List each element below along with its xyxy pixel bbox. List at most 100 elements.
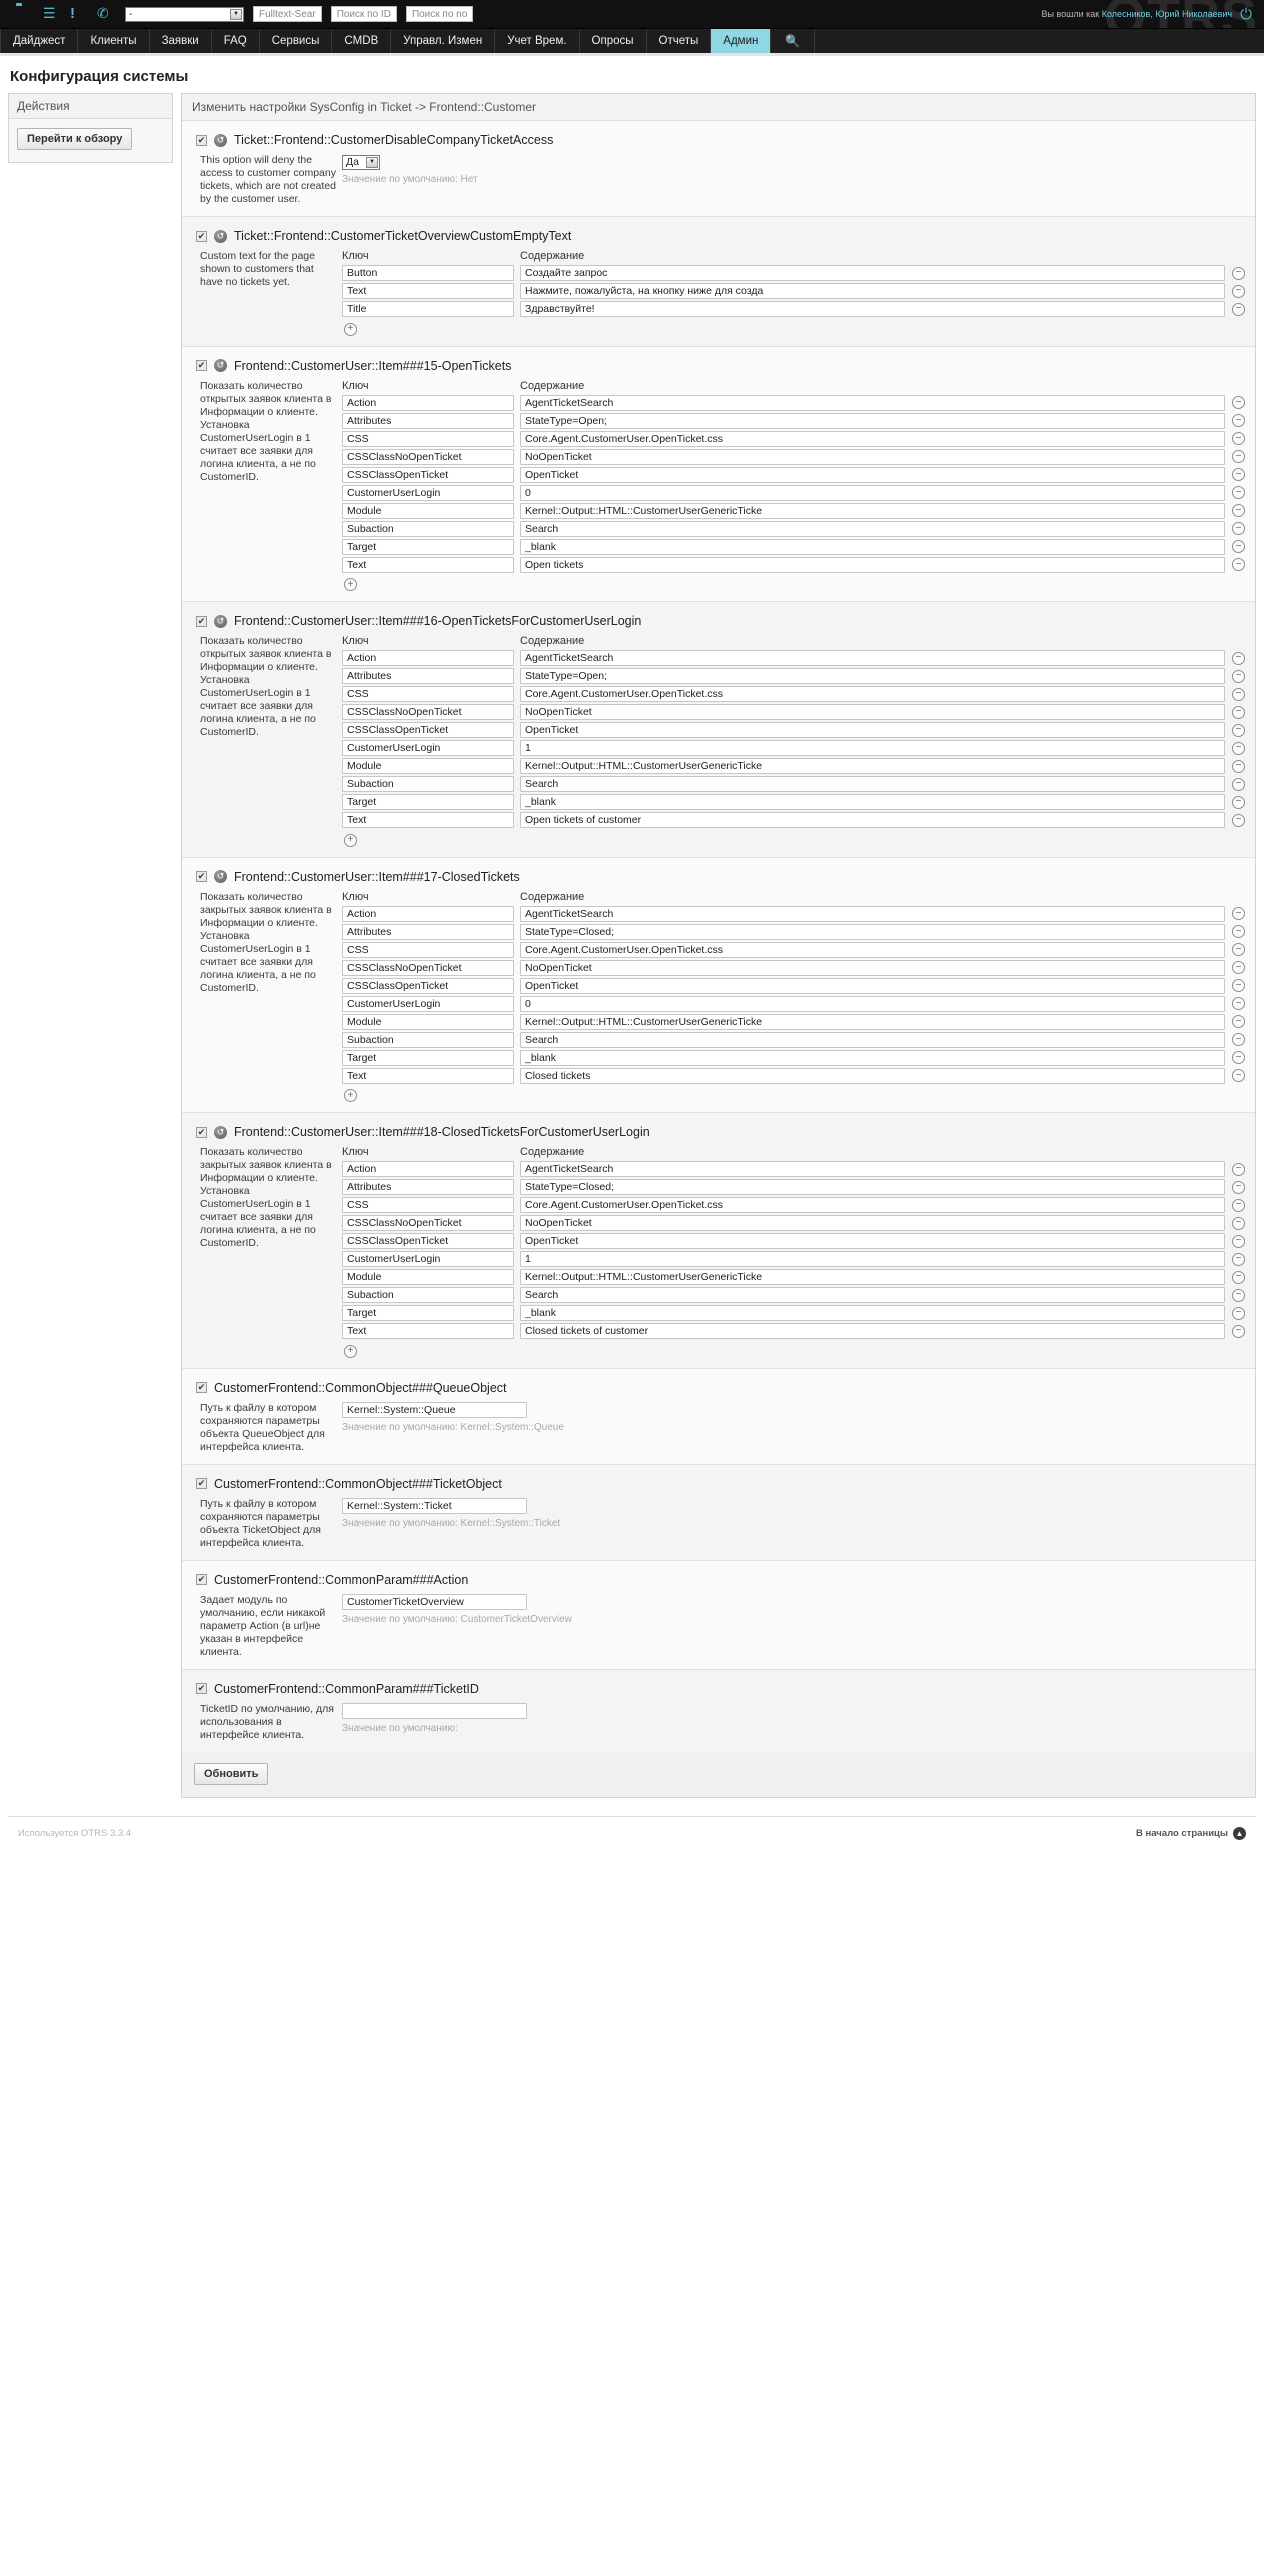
minus-circle-icon[interactable]: − <box>1232 540 1245 553</box>
minus-circle-icon[interactable]: − <box>1232 1015 1245 1028</box>
checkbox-checked-icon[interactable]: ✔ <box>196 615 207 627</box>
key-input[interactable]: Text <box>342 556 514 573</box>
key-input[interactable]: CSS <box>342 1197 514 1213</box>
value-input[interactable]: CustomerTicketOverview <box>342 1593 527 1610</box>
plus-circle-icon[interactable]: + <box>344 1089 357 1102</box>
content-input[interactable]: Здравствуйте! <box>520 301 1225 317</box>
content-input[interactable]: OpenTicket <box>520 722 1225 738</box>
nav-item-change-management[interactable]: Управл. Измен <box>391 29 496 53</box>
content-input[interactable]: AgentTicketSearch <box>520 650 1225 666</box>
minus-circle-icon[interactable]: − <box>1232 759 1245 773</box>
minus-circle-icon[interactable]: − <box>1232 450 1245 463</box>
key-input[interactable]: Action <box>342 650 514 666</box>
value-input[interactable] <box>342 1702 527 1719</box>
content-input[interactable]: Open tickets of customer <box>520 812 1225 828</box>
key-input[interactable]: Module <box>342 758 514 774</box>
minus-circle-icon[interactable]: − <box>1232 396 1245 409</box>
key-input[interactable]: CSSClassNoOpenTicket <box>342 448 514 465</box>
content-input[interactable]: Closed tickets of customer <box>520 1323 1225 1339</box>
reset-icon[interactable]: ↺ <box>214 359 227 372</box>
content-input[interactable]: Нажмите, пожалуйста, на кнопку ниже для … <box>520 283 1225 299</box>
nav-item-tickets[interactable]: Заявки <box>150 29 212 53</box>
content-input[interactable]: NoOpenTicket <box>520 959 1225 976</box>
fulltext-search-button[interactable]: Fulltext-Sear <box>253 6 322 22</box>
search-by-id-button[interactable]: Поиск по ID <box>330 6 397 22</box>
content-input[interactable]: Open tickets <box>520 556 1225 573</box>
key-input[interactable]: Text <box>342 1323 514 1339</box>
search-icon[interactable]: 🔍 <box>771 29 816 53</box>
value-select[interactable]: Да ▼ <box>342 154 380 170</box>
minus-circle-icon[interactable]: − <box>1232 1162 1245 1176</box>
exclamation-icon[interactable]: ! <box>70 6 86 22</box>
key-input[interactable]: Action <box>342 1161 514 1177</box>
key-input[interactable]: Title <box>342 301 514 317</box>
minus-circle-icon[interactable]: − <box>1232 284 1245 298</box>
key-input[interactable]: CSSClassOpenTicket <box>342 466 514 483</box>
checkbox-checked-icon[interactable]: ✔ <box>196 360 207 371</box>
reset-icon[interactable]: ↺ <box>214 870 227 883</box>
content-input[interactable]: Core.Agent.CustomerUser.OpenTicket.css <box>520 686 1225 702</box>
content-input[interactable]: NoOpenTicket <box>520 704 1225 720</box>
content-input[interactable]: 0 <box>520 484 1225 501</box>
minus-circle-icon[interactable]: − <box>1232 651 1245 665</box>
content-input[interactable]: Kernel::Output::HTML::CustomerUserGeneri… <box>520 502 1225 519</box>
content-input[interactable]: Core.Agent.CustomerUser.OpenTicket.css <box>520 430 1225 447</box>
minus-circle-icon[interactable]: − <box>1232 432 1245 445</box>
nav-item-reports[interactable]: Отчеты <box>647 29 712 53</box>
checkbox-checked-icon[interactable]: ✔ <box>196 1382 207 1393</box>
content-input[interactable]: Core.Agent.CustomerUser.OpenTicket.css <box>520 1197 1225 1213</box>
nav-item-services[interactable]: Сервисы <box>260 29 333 53</box>
key-input[interactable]: Attributes <box>342 1179 514 1195</box>
key-input[interactable]: Text <box>342 283 514 299</box>
minus-circle-icon[interactable]: − <box>1232 777 1245 791</box>
key-input[interactable]: Target <box>342 1305 514 1321</box>
content-input[interactable]: StateType=Closed; <box>520 923 1225 940</box>
minus-circle-icon[interactable]: − <box>1232 943 1245 956</box>
value-input[interactable]: Kernel::System::Ticket <box>342 1497 527 1514</box>
minus-circle-icon[interactable]: − <box>1232 558 1245 571</box>
key-input[interactable]: Subaction <box>342 1287 514 1303</box>
nav-item-admin[interactable]: Админ <box>711 29 772 53</box>
minus-circle-icon[interactable]: − <box>1232 1252 1245 1266</box>
content-input[interactable]: Kernel::Output::HTML::CustomerUserGeneri… <box>520 1013 1225 1030</box>
key-input[interactable]: CustomerUserLogin <box>342 1251 514 1267</box>
minus-circle-icon[interactable]: − <box>1232 486 1245 499</box>
content-input[interactable]: AgentTicketSearch <box>520 905 1225 922</box>
phone-icon[interactable]: ✆ <box>97 6 113 22</box>
content-input[interactable]: Search <box>520 1031 1225 1048</box>
content-input[interactable]: OpenTicket <box>520 1233 1225 1249</box>
nav-item-time-accounting[interactable]: Учет Врем. <box>495 29 580 53</box>
content-input[interactable]: AgentTicketSearch <box>520 394 1225 411</box>
key-input[interactable]: Target <box>342 1049 514 1066</box>
go-to-overview-button[interactable]: Перейти к обзору <box>17 128 133 150</box>
key-input[interactable]: CSSClassOpenTicket <box>342 1233 514 1249</box>
key-input[interactable]: CSSClassNoOpenTicket <box>342 1215 514 1231</box>
minus-circle-icon[interactable]: − <box>1232 795 1245 809</box>
key-input[interactable]: Subaction <box>342 520 514 537</box>
minus-circle-icon[interactable]: − <box>1232 266 1245 280</box>
minus-circle-icon[interactable]: − <box>1232 302 1245 316</box>
key-input[interactable]: Action <box>342 394 514 411</box>
minus-circle-icon[interactable]: − <box>1232 1234 1245 1248</box>
plus-circle-icon[interactable]: + <box>344 578 357 591</box>
key-input[interactable]: CustomerUserLogin <box>342 484 514 501</box>
checkbox-checked-icon[interactable]: ✔ <box>196 1574 207 1585</box>
search-by-number-button[interactable]: Поиск по no <box>405 6 474 22</box>
content-input[interactable]: Kernel::Output::HTML::CustomerUserGeneri… <box>520 1269 1225 1285</box>
nav-item-customers[interactable]: Клиенты <box>78 29 150 53</box>
key-input[interactable]: Text <box>342 1067 514 1084</box>
plus-circle-icon[interactable]: + <box>344 322 357 336</box>
minus-circle-icon[interactable]: − <box>1232 925 1245 938</box>
key-input[interactable]: CSS <box>342 686 514 702</box>
content-input[interactable]: 0 <box>520 995 1225 1012</box>
update-button[interactable]: Обновить <box>194 1762 269 1785</box>
key-input[interactable]: Button <box>342 265 514 281</box>
minus-circle-icon[interactable]: − <box>1232 414 1245 427</box>
content-input[interactable]: AgentTicketSearch <box>520 1161 1225 1177</box>
minus-circle-icon[interactable]: − <box>1232 522 1245 535</box>
key-input[interactable]: CustomerUserLogin <box>342 740 514 756</box>
minus-circle-icon[interactable]: − <box>1232 1306 1245 1320</box>
content-input[interactable]: Search <box>520 1287 1225 1303</box>
key-input[interactable]: Subaction <box>342 1031 514 1048</box>
content-input[interactable]: _blank <box>520 1305 1225 1321</box>
